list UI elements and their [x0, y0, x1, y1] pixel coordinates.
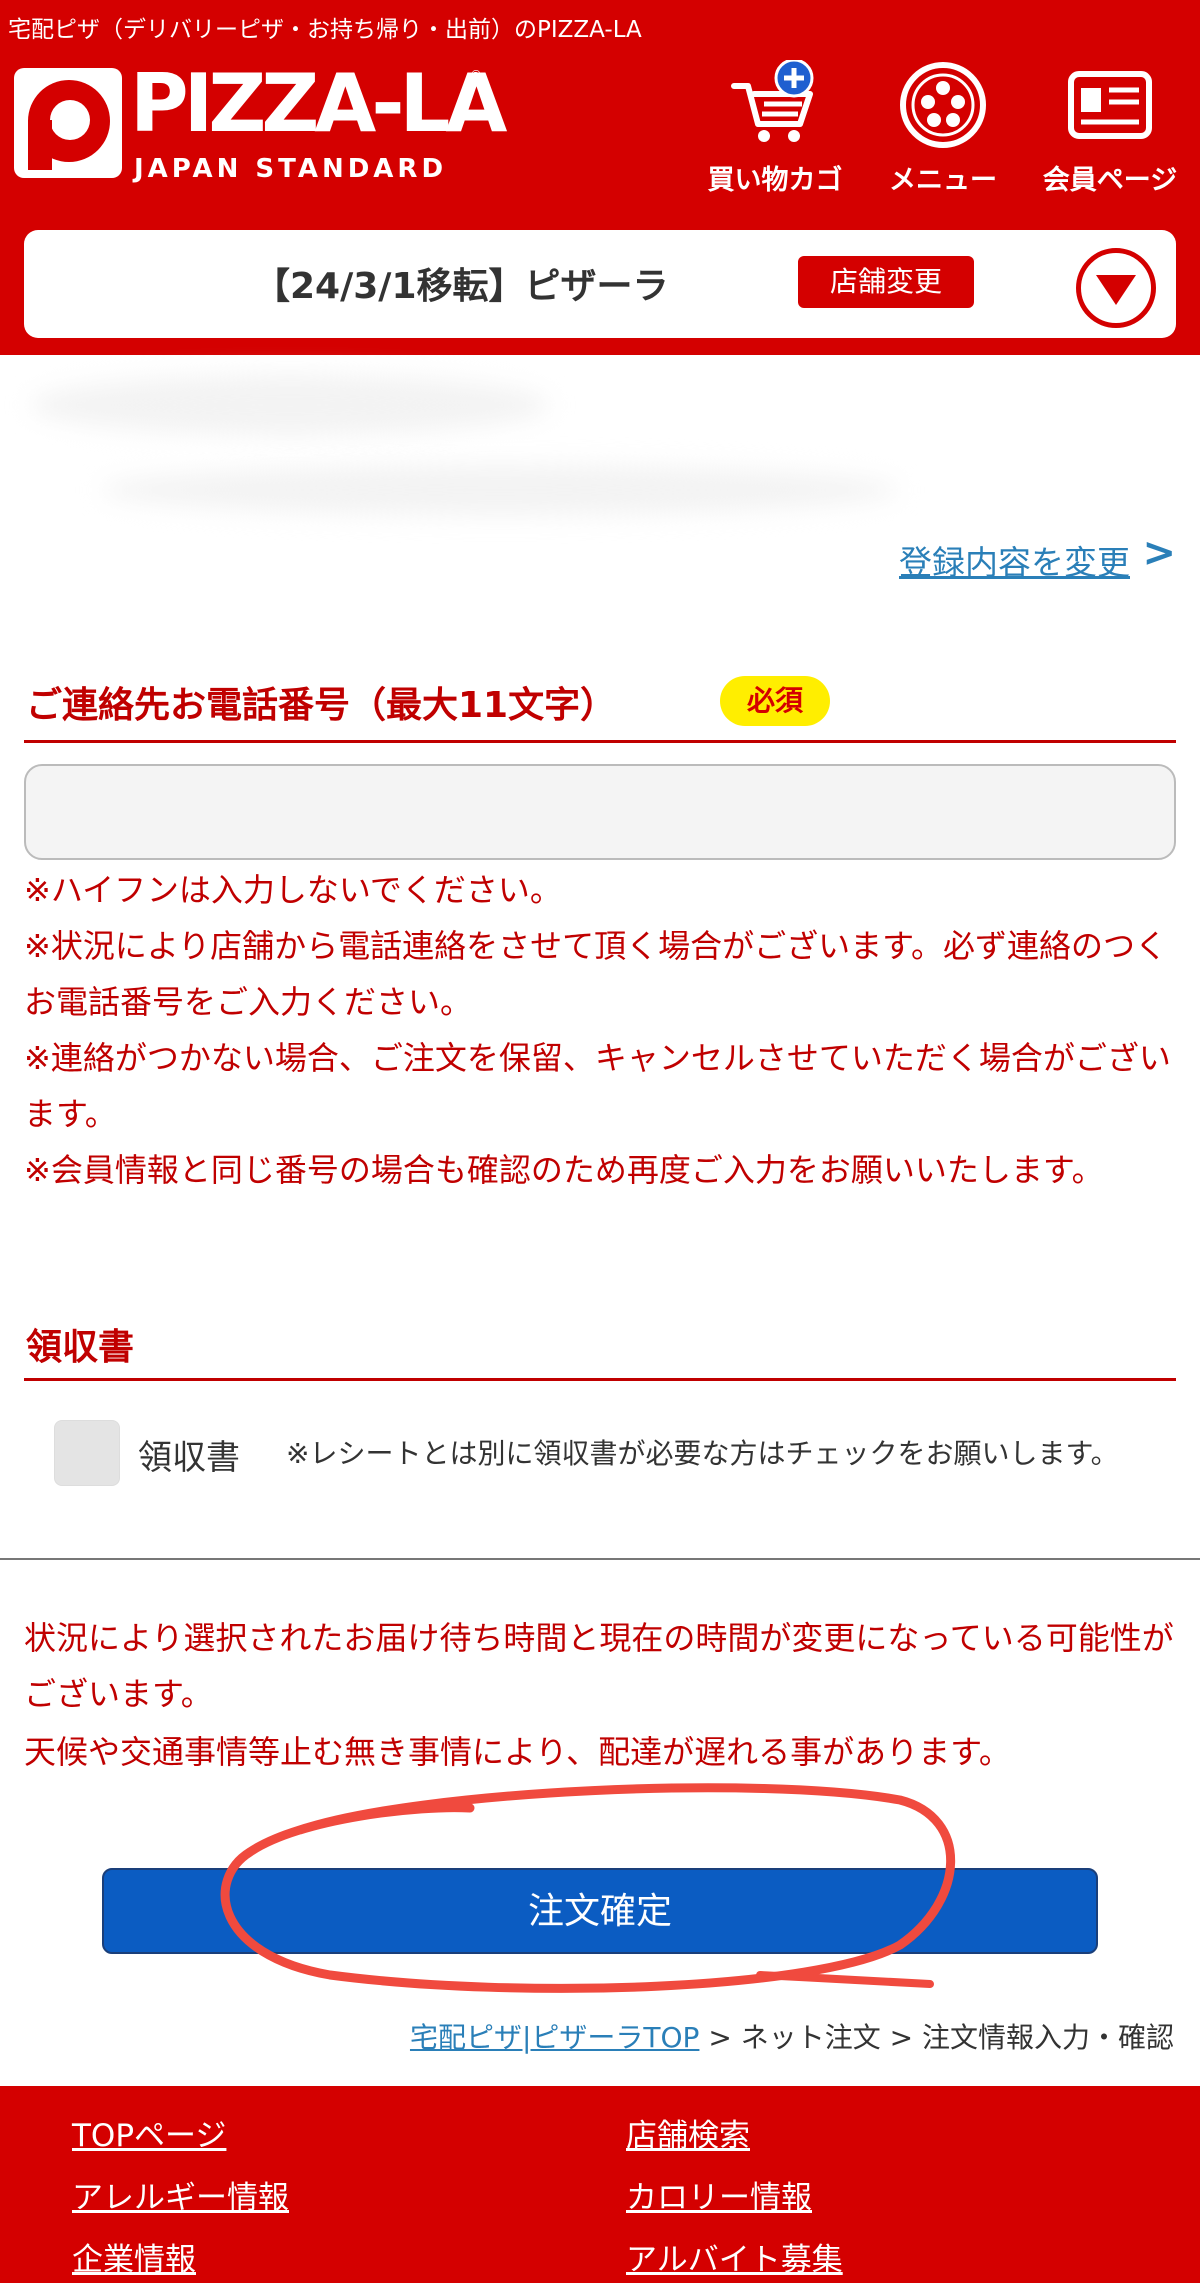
receipt-checkbox-label[interactable]: 領収書 — [138, 1430, 240, 1479]
menu-label: メニュー — [889, 165, 997, 196]
phone-section-rule — [24, 740, 1176, 743]
delivery-note: 天候や交通事情等止む無き事情により、配達が遅れる事があります。 — [24, 1733, 1011, 1771]
breadcrumb: 宅配ピザ|ピザーラTOP > ネット注文 > 注文情報入力・確認 — [409, 2021, 1174, 2054]
footer-link-calorie[interactable]: カロリー情報 — [626, 2172, 812, 2217]
receipt-section-rule — [24, 1378, 1176, 1381]
logo-subtitle: JAPAN STANDARD — [134, 154, 448, 184]
store-toggle-button[interactable] — [1076, 248, 1156, 328]
cart-label: 買い物カゴ — [707, 165, 843, 196]
pizza-icon — [898, 60, 988, 150]
confirm-order-button[interactable]: 注文確定 — [102, 1868, 1098, 1954]
phone-section-title: ご連絡先お電話番号（最大11文字） — [26, 685, 617, 726]
phone-note: ※状況により店舗から電話連絡をさせて頂く場合がございます。必ず連絡のつくお電話番… — [24, 927, 1167, 1021]
member-page-label: 会員ページ — [1042, 165, 1178, 196]
footer-link-store-search[interactable]: 店舗検索 — [626, 2110, 750, 2155]
breadcrumb-net-order: ネット注文 — [740, 2021, 881, 2054]
cart-button[interactable]: 買い物カゴ — [690, 58, 860, 197]
delivery-note: 状況により選択されたお届け待ち時間と現在の時間が変更になっている可能性がございま… — [24, 1619, 1174, 1713]
redacted-profile-info — [0, 355, 1200, 515]
receipt-checkbox[interactable] — [54, 1420, 120, 1486]
breadcrumb-current: 注文情報入力・確認 — [921, 2021, 1174, 2054]
breadcrumb-home-link[interactable]: 宅配ピザ|ピザーラTOP — [410, 2021, 699, 2054]
member-card-icon — [1065, 60, 1155, 150]
chevron-down-icon — [1096, 275, 1136, 305]
footer-link-company[interactable]: 企業情報 — [72, 2234, 196, 2279]
chevron-right-icon: > — [1142, 530, 1176, 576]
logo-p-icon — [14, 68, 122, 178]
cart-plus-icon — [730, 58, 820, 150]
menu-button[interactable]: メニュー — [868, 60, 1018, 197]
site-header: 宅配ピザ（デリバリーピザ・お持ち帰り・出前）のPIZZA-LA PIZZA-LA… — [0, 0, 1200, 355]
phone-note: ※会員情報と同じ番号の場合も確認のため再度ご入力をお願いいたします。 — [24, 1151, 1104, 1189]
required-badge: 必須 — [720, 676, 830, 726]
store-selector: 【24/3/1移転】ピザーラ 店舗変更 — [24, 230, 1176, 338]
delivery-notes: 状況により選択されたお届け待ち時間と現在の時間が変更になっている可能性がございま… — [24, 1610, 1184, 1780]
footer-link-top[interactable]: TOPページ — [72, 2110, 226, 2155]
receipt-section-title: 領収書 — [26, 1327, 135, 1368]
footer-link-jobs[interactable]: アルバイト募集 — [626, 2234, 843, 2279]
phone-notes: ※ハイフンは入力しないでください。 ※状況により店舗から電話連絡をさせて頂く場合… — [24, 862, 1180, 1198]
site-footer: TOPページ 店舗検索 アレルギー情報 カロリー情報 企業情報 アルバイト募集 — [0, 2086, 1200, 2283]
change-registration-link[interactable]: 登録内容を変更 — [899, 536, 1130, 584]
phone-number-input[interactable] — [24, 764, 1176, 860]
site-tagline: 宅配ピザ（デリバリーピザ・お持ち帰り・出前）のPIZZA-LA — [8, 17, 642, 43]
store-change-button[interactable]: 店舗変更 — [798, 256, 974, 308]
member-page-button[interactable]: 会員ページ — [1030, 60, 1190, 197]
receipt-note: ※レシートとは別に領収書が必要な方はチェックをお願いします。 — [286, 1437, 1119, 1470]
logo-wordmark: PIZZA-LA — [130, 57, 507, 150]
section-divider — [0, 1558, 1200, 1560]
pizza-la-logo[interactable]: PIZZA-LA ® JAPAN STANDARD — [14, 57, 507, 184]
phone-note: ※連絡がつかない場合、ご注文を保留、キャンセルさせていただく場合がございます。 — [24, 1039, 1171, 1133]
store-name: 【24/3/1移転】ピザーラ — [254, 266, 669, 307]
footer-link-allergy[interactable]: アレルギー情報 — [72, 2172, 289, 2217]
phone-note: ※ハイフンは入力しないでください。 — [24, 871, 562, 909]
